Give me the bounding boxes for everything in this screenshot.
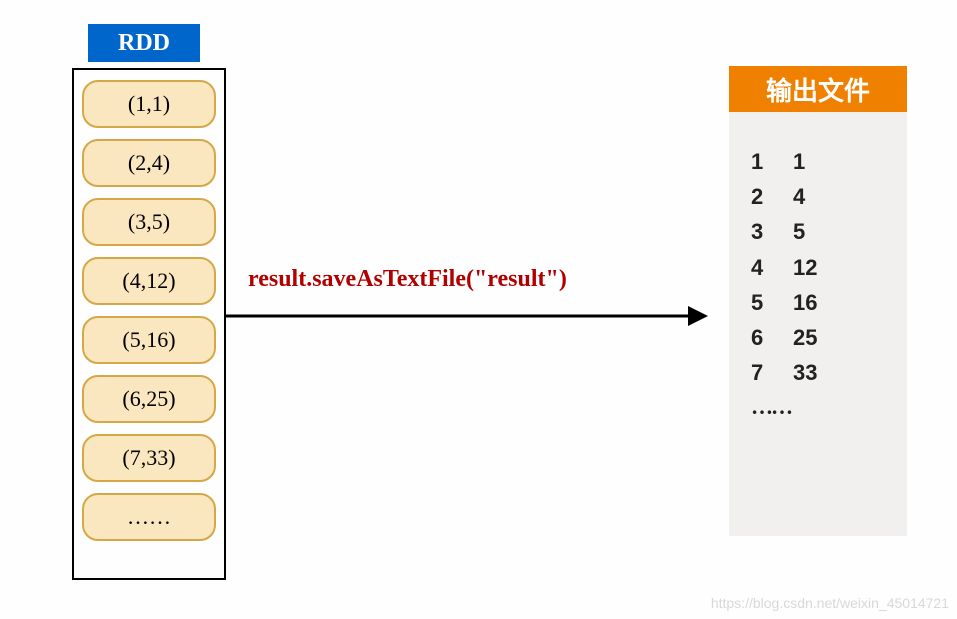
- output-header: 输出文件: [729, 66, 907, 112]
- watermark: https://blog.csdn.net/weixin_45014721: [711, 595, 949, 611]
- output-body: 1 1 2 4 3 5 4 12 5 16 6 25 7 33 ……: [729, 112, 907, 536]
- output-row: 2 4: [751, 179, 885, 214]
- output-key: 4: [751, 250, 793, 285]
- rdd-item: (5,16): [82, 316, 216, 364]
- output-row: 1 1: [751, 144, 885, 179]
- rdd-header: RDD: [88, 24, 200, 62]
- rdd-container: (1,1) (2,4) (3,5) (4,12) (5,16) (6,25) (…: [72, 68, 226, 580]
- output-value: 5: [793, 214, 805, 249]
- output-key: 7: [751, 355, 793, 390]
- rdd-item: ……: [82, 493, 216, 541]
- arrow-icon: [226, 304, 708, 328]
- rdd-item: (1,1): [82, 80, 216, 128]
- output-row: 5 16: [751, 285, 885, 320]
- output-value: 25: [793, 320, 817, 355]
- output-key: 5: [751, 285, 793, 320]
- output-key: 3: [751, 214, 793, 249]
- output-value: 4: [793, 179, 805, 214]
- output-row: 3 5: [751, 214, 885, 249]
- rdd-item: (3,5): [82, 198, 216, 246]
- output-key: 6: [751, 320, 793, 355]
- rdd-item: (2,4): [82, 139, 216, 187]
- output-row: 6 25: [751, 320, 885, 355]
- rdd-item: (4,12): [82, 257, 216, 305]
- output-key: 1: [751, 144, 793, 179]
- output-ellipsis: ……: [751, 394, 885, 420]
- output-value: 33: [793, 355, 817, 390]
- output-value: 12: [793, 250, 817, 285]
- rdd-item: (6,25): [82, 375, 216, 423]
- output-row: 7 33: [751, 355, 885, 390]
- output-value: 1: [793, 144, 805, 179]
- output-value: 16: [793, 285, 817, 320]
- rdd-item: (7,33): [82, 434, 216, 482]
- output-key: 2: [751, 179, 793, 214]
- operation-label: result.saveAsTextFile("result"): [248, 266, 567, 293]
- output-row: 4 12: [751, 250, 885, 285]
